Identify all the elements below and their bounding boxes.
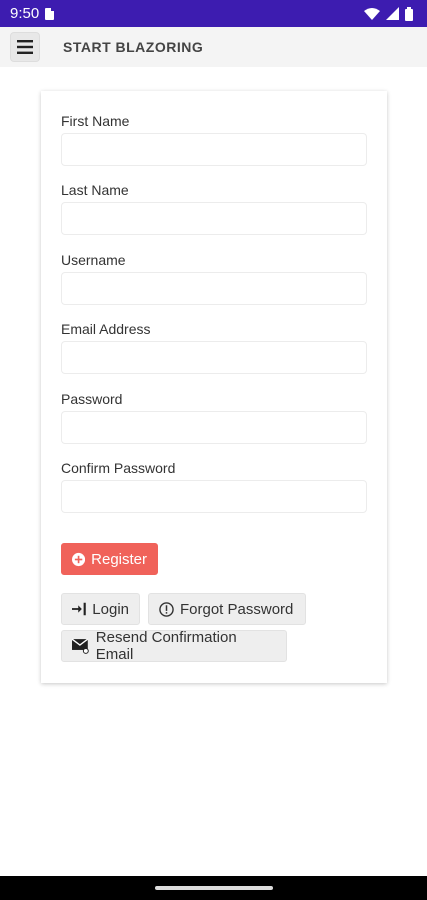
confirm-password-label: Confirm Password <box>61 460 176 476</box>
envelope-icon <box>72 638 89 654</box>
registration-card: First Name Last Name Username Email Addr… <box>41 91 387 683</box>
register-button[interactable]: Register <box>61 543 158 575</box>
plus-circle-icon <box>72 552 86 566</box>
sign-in-icon <box>72 602 86 616</box>
email-label: Email Address <box>61 321 151 337</box>
username-label: Username <box>61 252 126 268</box>
menu-button[interactable] <box>10 32 40 62</box>
password-label: Password <box>61 391 123 407</box>
last-name-label: Last Name <box>61 182 129 198</box>
resend-confirmation-button[interactable]: Resend Confirmation Email <box>61 629 287 663</box>
last-name-input[interactable] <box>61 202 367 235</box>
register-label: Register <box>91 550 147 568</box>
first-name-input[interactable] <box>61 133 367 166</box>
login-button[interactable]: Login <box>61 593 140 625</box>
status-left: 9:50 <box>10 5 55 22</box>
status-time: 9:50 <box>10 5 40 22</box>
password-input[interactable] <box>61 411 367 444</box>
exclamation-circle-icon <box>159 601 174 617</box>
username-input[interactable] <box>61 272 367 305</box>
battery-icon <box>405 6 413 21</box>
confirm-password-input[interactable] <box>61 480 367 513</box>
forgot-password-label: Forgot Password <box>180 600 294 618</box>
first-name-label: First Name <box>61 113 130 129</box>
login-label: Login <box>92 600 129 618</box>
status-right <box>364 6 413 21</box>
wifi-icon <box>364 7 380 20</box>
status-bar: 9:50 <box>0 0 427 27</box>
forgot-password-button[interactable]: Forgot Password <box>148 593 306 625</box>
app-bar: START BLAZORING <box>0 27 427 67</box>
hamburger-menu-icon <box>17 40 33 54</box>
home-gesture-handle[interactable] <box>154 886 273 890</box>
resend-confirmation-label: Resend Confirmation Email <box>95 629 237 663</box>
app-title: START BLAZORING <box>63 39 204 55</box>
sim-icon <box>45 7 55 20</box>
navigation-bar <box>0 876 427 900</box>
email-input[interactable] <box>61 341 367 374</box>
signal-icon <box>386 7 399 20</box>
